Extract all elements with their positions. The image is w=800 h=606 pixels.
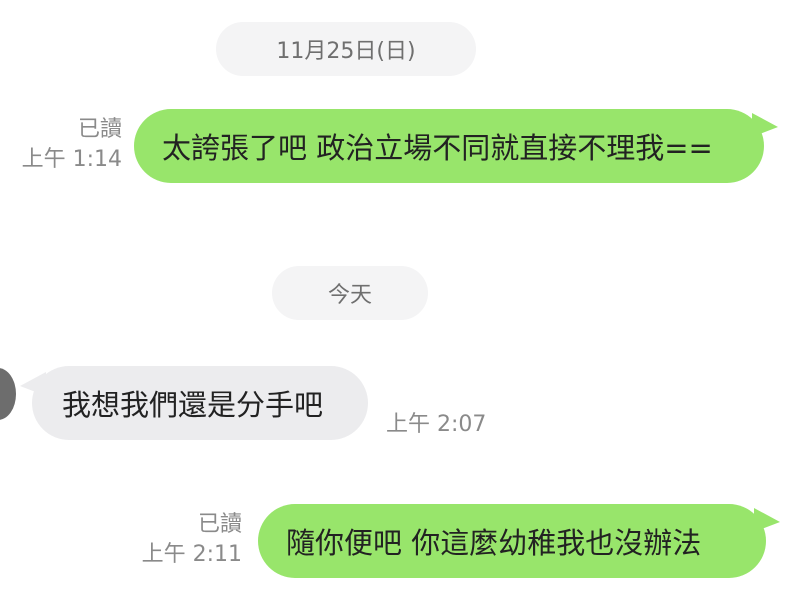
read-status: 已讀 xyxy=(197,512,242,537)
message-time: 上午 2:11 xyxy=(141,542,242,567)
message-text: 我想我們還是分手吧 xyxy=(62,388,324,422)
message-time: 上午 2:07 xyxy=(386,412,487,437)
message-text: 隨你便吧 你這麼幼稚我也沒辦法 xyxy=(286,526,702,560)
date-divider-first: 11月25日(日) xyxy=(216,22,476,76)
bubble-tail xyxy=(754,508,780,532)
read-status: 已讀 xyxy=(77,117,122,142)
incoming-message-bubble[interactable]: 我想我們還是分手吧 xyxy=(32,366,368,440)
message-text: 太誇張了吧 政治立場不同就直接不理我== xyxy=(162,131,713,165)
avatar[interactable] xyxy=(0,368,16,420)
outgoing-message-bubble[interactable]: 太誇張了吧 政治立場不同就直接不理我== xyxy=(134,109,764,183)
bubble-tail xyxy=(752,113,778,137)
message-time: 上午 1:14 xyxy=(21,147,122,172)
date-divider-today: 今天 xyxy=(272,266,428,320)
outgoing-message-bubble[interactable]: 隨你便吧 你這麼幼稚我也沒辦法 xyxy=(258,504,766,578)
message-meta-3: 已讀 上午 2:11 xyxy=(110,510,242,570)
message-meta-1: 已讀 上午 1:14 xyxy=(0,115,122,175)
chat-window: 11月25日(日) 已讀 上午 1:14 太誇張了吧 政治立場不同就直接不理我=… xyxy=(0,0,800,606)
